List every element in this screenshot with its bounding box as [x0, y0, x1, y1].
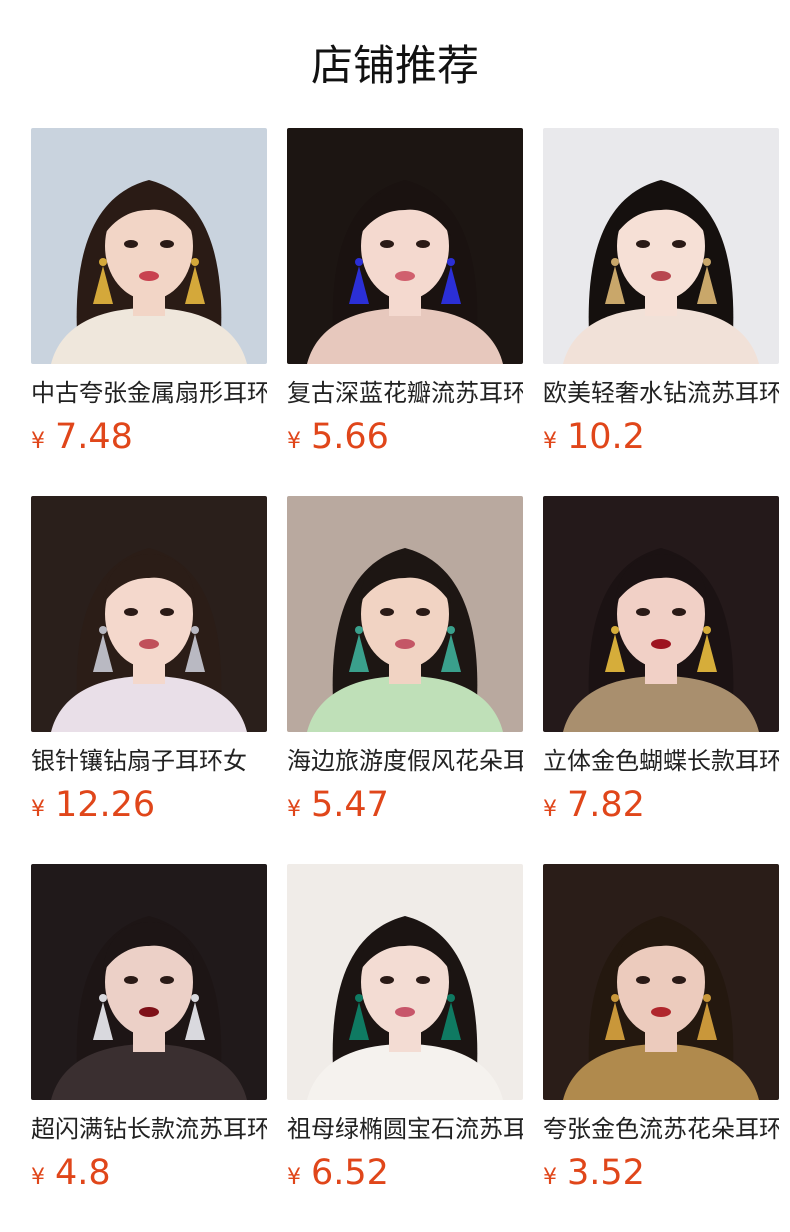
- product-name[interactable]: 祖母绿椭圆宝石流苏耳环: [287, 1112, 523, 1146]
- eye-right: [672, 608, 686, 616]
- product-photo: [543, 864, 779, 1100]
- currency-symbol: ¥: [543, 1165, 557, 1190]
- eye-right: [672, 976, 686, 984]
- lips-shape: [651, 271, 671, 281]
- price-amount: 10.2: [567, 417, 645, 457]
- product-name[interactable]: 夸张金色流苏花朵耳环: [543, 1112, 779, 1146]
- eye-left: [636, 608, 650, 616]
- product-card[interactable]: 祖母绿椭圆宝石流苏耳环 ¥6.52: [287, 864, 523, 1232]
- product-price: ¥3.52: [543, 1150, 645, 1196]
- eye-right: [416, 240, 430, 248]
- product-price: ¥10.2: [543, 414, 645, 460]
- price-amount: 5.47: [311, 785, 389, 825]
- currency-symbol: ¥: [31, 429, 45, 454]
- product-grid: 中古夸张金属扇形耳环 ¥7.48 复古深蓝花瓣流苏耳环 ¥5.66 欧美轻奢水钻…: [31, 128, 779, 1232]
- price-amount: 7.48: [55, 417, 133, 457]
- product-photo: [287, 128, 523, 364]
- product-card[interactable]: 超闪满钻长款流苏耳环 ¥4.8: [31, 864, 267, 1232]
- currency-symbol: ¥: [287, 1165, 301, 1190]
- product-name[interactable]: 海边旅游度假风花朵耳环: [287, 744, 523, 778]
- eye-right: [160, 976, 174, 984]
- lips-shape: [651, 1007, 671, 1017]
- price-amount: 3.52: [567, 1153, 645, 1193]
- product-price: ¥12.26: [31, 782, 155, 828]
- currency-symbol: ¥: [287, 429, 301, 454]
- product-card[interactable]: 海边旅游度假风花朵耳环 ¥5.47: [287, 496, 523, 864]
- product-price: ¥6.52: [287, 1150, 389, 1196]
- product-price: ¥7.48: [31, 414, 133, 460]
- product-card[interactable]: 中古夸张金属扇形耳环 ¥7.48: [31, 128, 267, 496]
- product-card[interactable]: 欧美轻奢水钻流苏耳环 ¥10.2: [543, 128, 779, 496]
- lips-shape: [395, 271, 415, 281]
- product-photo: [287, 496, 523, 732]
- product-price: ¥5.66: [287, 414, 389, 460]
- product-name[interactable]: 复古深蓝花瓣流苏耳环: [287, 376, 523, 410]
- currency-symbol: ¥: [31, 1165, 45, 1190]
- product-name[interactable]: 欧美轻奢水钻流苏耳环: [543, 376, 779, 410]
- eye-left: [124, 240, 138, 248]
- lips-shape: [139, 639, 159, 649]
- lips-shape: [139, 271, 159, 281]
- product-image[interactable]: [543, 496, 779, 732]
- product-card[interactable]: 立体金色蝴蝶长款耳环 ¥7.82: [543, 496, 779, 864]
- eye-left: [636, 240, 650, 248]
- product-photo: [31, 128, 267, 364]
- price-amount: 5.66: [311, 417, 389, 457]
- currency-symbol: ¥: [31, 797, 45, 822]
- price-amount: 6.52: [311, 1153, 389, 1193]
- product-image[interactable]: [543, 864, 779, 1100]
- eye-left: [380, 608, 394, 616]
- product-photo: [287, 864, 523, 1100]
- price-amount: 7.82: [567, 785, 645, 825]
- price-amount: 12.26: [55, 785, 156, 825]
- eye-right: [416, 976, 430, 984]
- eye-left: [636, 976, 650, 984]
- product-photo: [543, 496, 779, 732]
- currency-symbol: ¥: [543, 797, 557, 822]
- product-photo: [31, 496, 267, 732]
- product-price: ¥4.8: [31, 1150, 111, 1196]
- lips-shape: [395, 1007, 415, 1017]
- eye-left: [124, 976, 138, 984]
- product-image[interactable]: [31, 864, 267, 1100]
- lips-shape: [395, 639, 415, 649]
- product-name[interactable]: 中古夸张金属扇形耳环: [31, 376, 267, 410]
- product-name[interactable]: 超闪满钻长款流苏耳环: [31, 1112, 267, 1146]
- product-image[interactable]: [287, 864, 523, 1100]
- product-name[interactable]: 银针镶钻扇子耳环女: [31, 744, 267, 778]
- product-photo: [31, 864, 267, 1100]
- product-card[interactable]: 复古深蓝花瓣流苏耳环 ¥5.66: [287, 128, 523, 496]
- product-name[interactable]: 立体金色蝴蝶长款耳环: [543, 744, 779, 778]
- product-image[interactable]: [543, 128, 779, 364]
- product-card[interactable]: 银针镶钻扇子耳环女 ¥12.26: [31, 496, 267, 864]
- eye-left: [380, 240, 394, 248]
- eye-left: [124, 608, 138, 616]
- currency-symbol: ¥: [543, 429, 557, 454]
- product-price: ¥7.82: [543, 782, 645, 828]
- product-image[interactable]: [287, 128, 523, 364]
- lips-shape: [139, 1007, 159, 1017]
- lips-shape: [651, 639, 671, 649]
- product-photo: [543, 128, 779, 364]
- page-title: 店铺推荐: [310, 41, 479, 90]
- product-price: ¥5.47: [287, 782, 389, 828]
- eye-right: [160, 240, 174, 248]
- eye-right: [672, 240, 686, 248]
- product-image[interactable]: [287, 496, 523, 732]
- eye-right: [160, 608, 174, 616]
- product-image[interactable]: [31, 128, 267, 364]
- currency-symbol: ¥: [287, 797, 301, 822]
- price-amount: 4.8: [55, 1153, 111, 1193]
- eye-left: [380, 976, 394, 984]
- product-image[interactable]: [31, 496, 267, 732]
- eye-right: [416, 608, 430, 616]
- product-card[interactable]: 夸张金色流苏花朵耳环 ¥3.52: [543, 864, 779, 1232]
